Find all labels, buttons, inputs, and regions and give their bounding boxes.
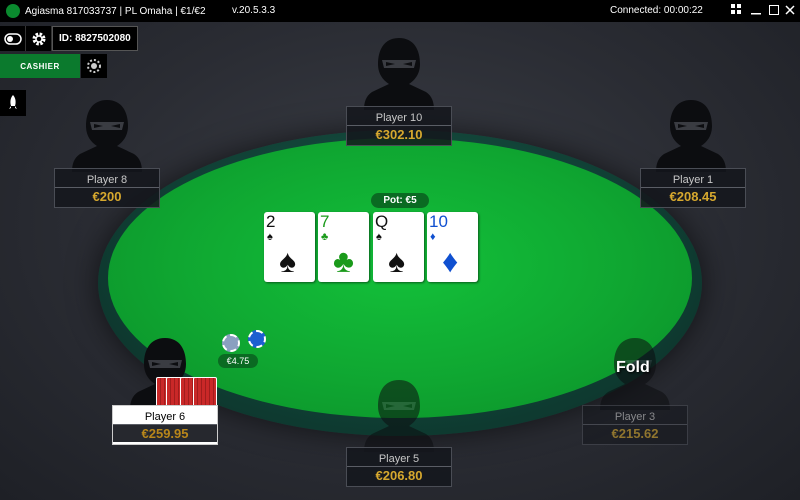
table-toolbar: ID: 8827502080	[0, 26, 138, 51]
player-10-avatar	[364, 34, 434, 110]
player-name: Player 1	[672, 174, 714, 186]
close-icon[interactable]	[782, 3, 798, 19]
board-card-1: 2 ♠ ♠	[264, 212, 315, 282]
player-3-seat[interactable]: Player 3 €215.62	[582, 405, 688, 445]
card-suit-large: ♣	[333, 243, 354, 279]
card-suit-large: ♠	[388, 243, 405, 279]
card-suit-small: ♠	[267, 231, 273, 243]
pot-label: Pot: €5	[371, 193, 429, 208]
chip-stack-icon	[222, 334, 240, 352]
player-8-avatar	[72, 96, 142, 172]
player-stack: €215.62	[583, 424, 687, 442]
player-10-seat[interactable]: Player 10 €302.10	[346, 106, 452, 146]
player-1-avatar	[656, 96, 726, 172]
toggle-icon	[3, 32, 22, 45]
player-8-seat[interactable]: Player 8 €200	[54, 168, 160, 208]
minimize-icon[interactable]	[748, 3, 764, 19]
player-6-bet: €4.75	[218, 354, 258, 368]
chip-stack-icon	[248, 330, 266, 348]
player-name: Player 3	[614, 411, 656, 423]
player-stack: €208.45	[641, 187, 745, 205]
rocket-icon	[9, 95, 17, 109]
card-suit-large: ♦	[442, 243, 459, 279]
player-name: Player 6	[144, 411, 186, 423]
card-rank: 7	[320, 212, 330, 231]
card-suit-small: ♦	[430, 231, 436, 243]
cashier-button[interactable]: CASHIER	[0, 54, 80, 78]
player-1-seat[interactable]: Player 1 €208.45	[640, 168, 746, 208]
card-suit-small: ♣	[321, 231, 329, 243]
card-suit-large: ♠	[279, 243, 296, 279]
settings-button[interactable]	[26, 26, 52, 51]
player-stack: €259.95	[113, 424, 217, 442]
grid-view-icon[interactable]	[728, 3, 744, 19]
rocket-button[interactable]	[0, 90, 26, 116]
card-rank: 2	[266, 212, 276, 231]
chip-icon	[87, 59, 101, 73]
player-5-seat[interactable]: Player 5 €206.80	[346, 447, 452, 487]
board-card-4: 10 ♦ ♦	[427, 212, 478, 282]
player-stack: €206.80	[347, 466, 451, 484]
gear-icon	[32, 32, 45, 45]
board-card-3: Q ♠ ♠	[373, 212, 424, 282]
player-stack: €302.10	[347, 125, 451, 143]
menu-toggle-button[interactable]	[0, 26, 26, 51]
app-logo-icon	[6, 4, 20, 18]
window-title: Agiasma 817033737 | PL Omaha | €1/€2	[25, 5, 206, 17]
card-rank: 10	[429, 212, 448, 231]
player-id-label: ID: 8827502080	[52, 26, 138, 51]
player-6-seat[interactable]: Player 6 €259.95	[112, 405, 218, 445]
player-name: Player 10	[375, 112, 423, 124]
connection-status: Connected: 00:00:22	[610, 5, 703, 16]
fold-status: Fold	[616, 359, 650, 376]
maximize-icon[interactable]	[766, 3, 782, 19]
player-5-avatar	[364, 376, 434, 452]
title-bar: Agiasma 817033737 | PL Omaha | €1/€2 v.2…	[0, 0, 800, 22]
card-suit-small: ♠	[376, 231, 382, 243]
card-rank: Q	[375, 212, 389, 231]
chip-settings-button[interactable]	[81, 54, 107, 78]
player-name: Player 8	[86, 174, 128, 186]
version-label: v.20.5.3.3	[232, 5, 276, 16]
player-name: Player 5	[378, 453, 420, 465]
player-stack: €200	[55, 187, 159, 205]
board-card-2: 7 ♣ ♣	[318, 212, 369, 282]
